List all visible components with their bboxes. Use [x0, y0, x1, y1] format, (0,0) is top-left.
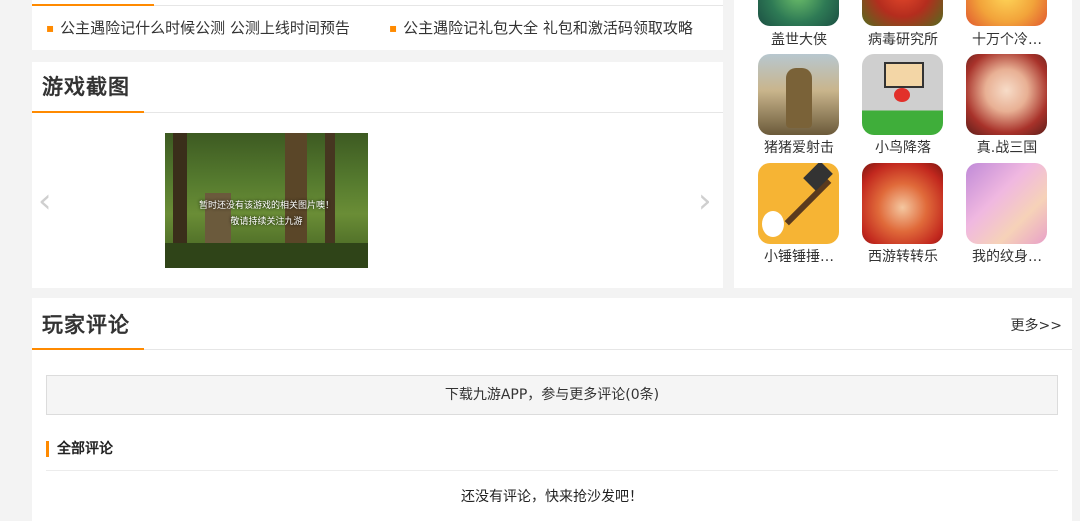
journey-west-game-icon [862, 163, 943, 244]
news-link-1[interactable]: ▪ 公主遇险记什么时候公测 公测上线时间预告 [46, 17, 350, 40]
bullet-icon: ▪ [389, 21, 398, 35]
virus-lab-game-icon [862, 0, 943, 26]
section-accent-bar [32, 348, 144, 350]
game-name: 真.战三国 [976, 140, 1038, 156]
section-divider [32, 349, 1072, 350]
screenshots-title: 游戏截图 [42, 75, 130, 99]
recommended-games-panel: 盖世大侠 病毒研究所 十万个冷… 猪猪爱射击 小鸟降落 真.战三国 小锤锤捶… [734, 0, 1072, 288]
comments-title: 玩家评论 [42, 313, 130, 337]
all-comments-label: 全部评论 [46, 441, 113, 457]
prev-arrow-icon[interactable]: ‹ [38, 184, 52, 218]
more-comments-link[interactable]: 更多>> [1011, 315, 1062, 335]
bird-game-icon [862, 54, 943, 135]
player-comments-panel: 玩家评论 更多>> 下载九游APP，参与更多评论(0条) 全部评论 还没有评论，… [32, 298, 1072, 521]
screenshots-panel: 游戏截图 ‹ › 暂时还没有该游戏的相关图片噢！ 敬请持续关注九游 [32, 62, 723, 288]
three-kingdoms-game-icon [966, 54, 1047, 135]
hero-game-icon [758, 0, 839, 26]
game-name: 十万个冷… [972, 32, 1042, 48]
soldier-game-icon [758, 54, 839, 135]
empty-comments-text: 还没有评论，快来抢沙发吧！ [461, 489, 643, 505]
hammer-game-icon [758, 163, 839, 244]
section-accent-bar [32, 111, 144, 113]
next-arrow-icon[interactable]: › [698, 184, 712, 218]
placeholder-text-2: 敬请持续关注九游 [230, 217, 303, 227]
bullet-icon: ▪ [46, 21, 55, 35]
jokes-game-icon [966, 0, 1047, 26]
hammer-handle [784, 178, 832, 226]
news-accent-bar [32, 4, 154, 6]
tattoo-game-icon [966, 163, 1047, 244]
placeholder-text-1: 暂时还没有该游戏的相关图片噢！ [198, 201, 334, 211]
download-app-button[interactable]: 下载九游APP，参与更多评论(0条) [46, 375, 1058, 415]
soldier-shape [786, 68, 812, 128]
bird-shape [884, 62, 924, 88]
news-link-text: 公主遇险记什么时候公测 公测上线时间预告 [60, 19, 350, 37]
news-link-text: 公主遇险记礼包大全 礼包和激活码领取攻略 [403, 19, 693, 37]
apple-shape [894, 88, 910, 102]
panda-shape [762, 211, 784, 237]
ground-shape [165, 243, 368, 268]
game-name: 我的纹身… [972, 249, 1042, 265]
comments-divider [46, 470, 1058, 471]
hammer-head [803, 163, 833, 191]
news-link-2[interactable]: ▪ 公主遇险记礼包大全 礼包和激活码领取攻略 [389, 17, 693, 40]
screenshot-placeholder-image[interactable]: 暂时还没有该游戏的相关图片噢！ 敬请持续关注九游 [165, 133, 368, 268]
related-news-panel: ▪ 公主遇险记什么时候公测 公测上线时间预告 ▪ 公主遇险记礼包大全 礼包和激活码领… [32, 0, 723, 50]
